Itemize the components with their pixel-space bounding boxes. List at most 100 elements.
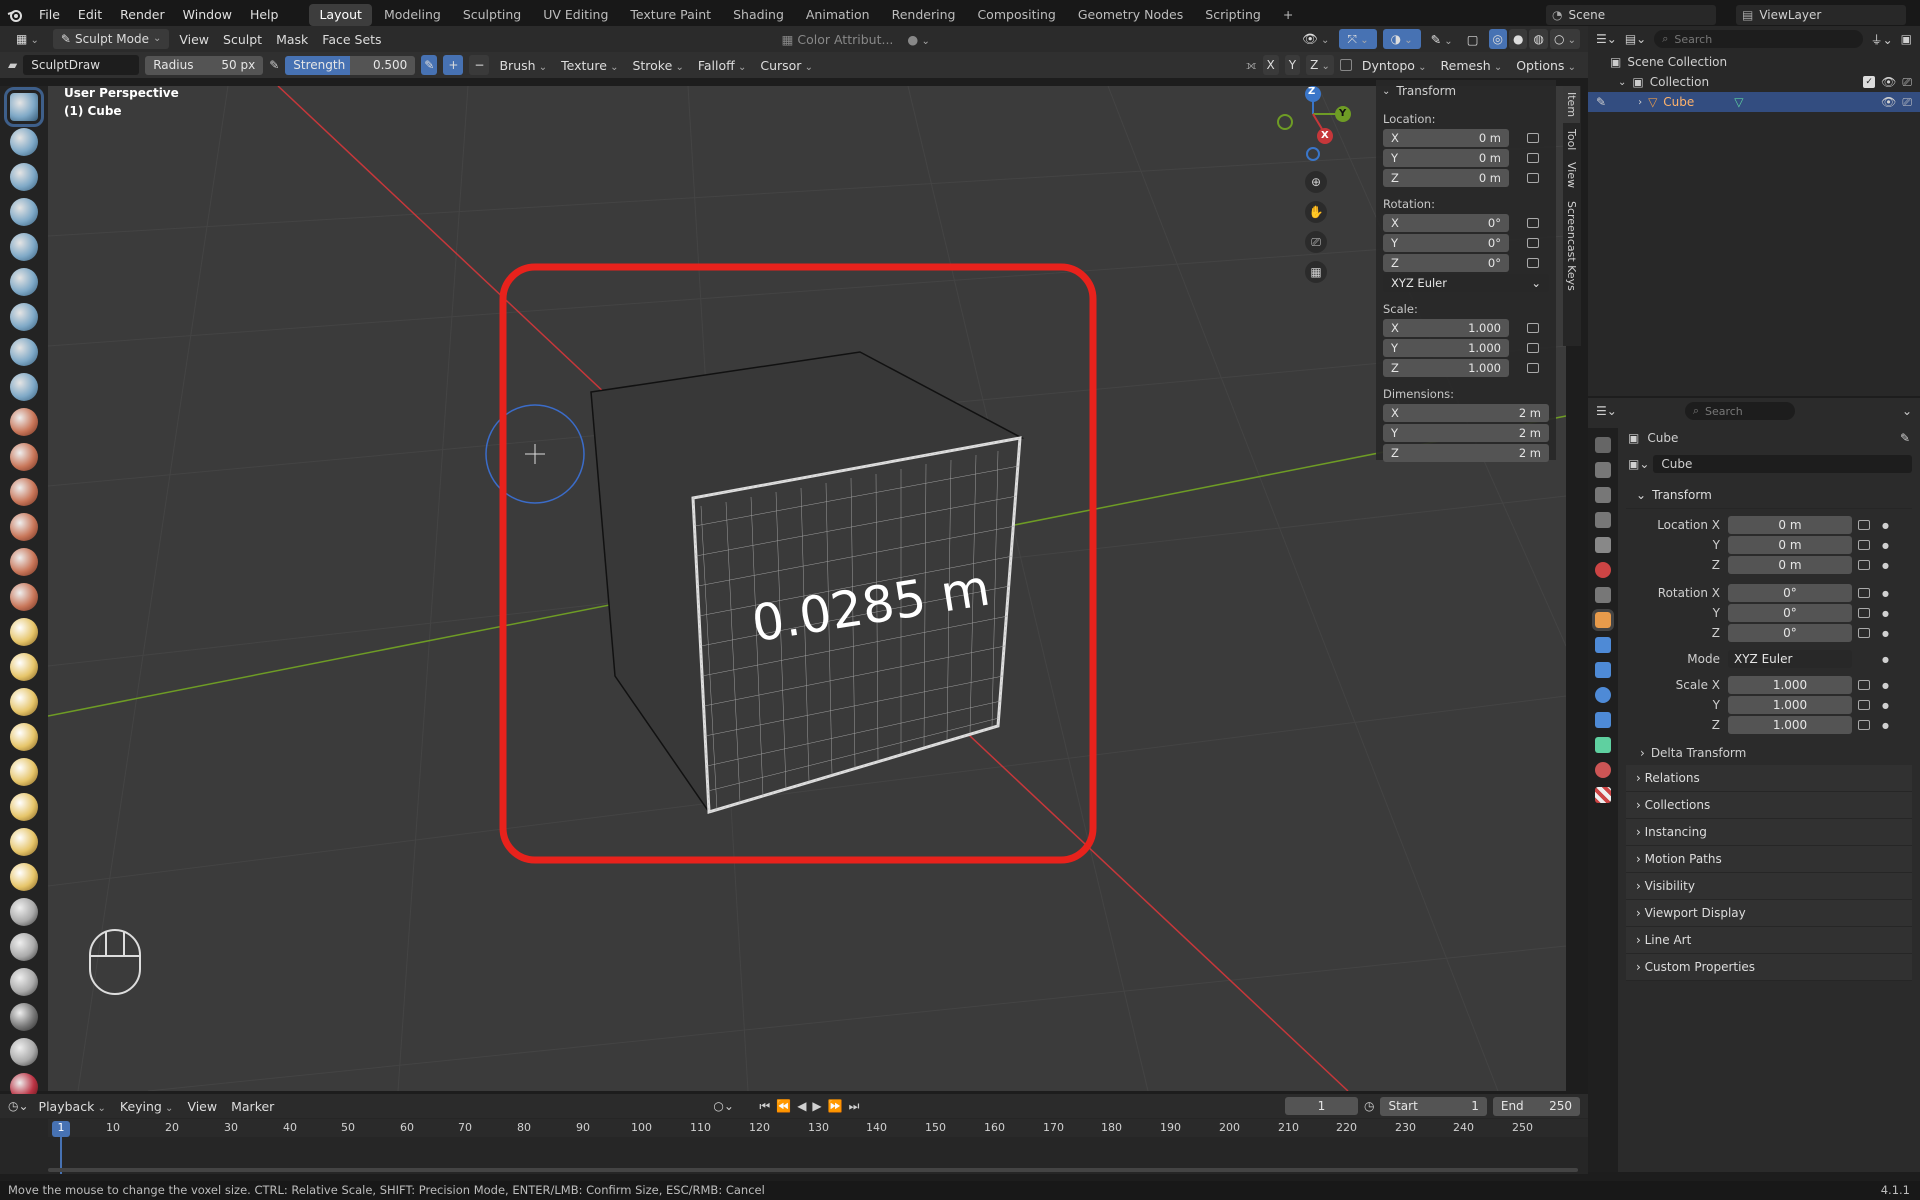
start-frame-field[interactable]: Start 1 — [1380, 1096, 1487, 1116]
current-frame-field[interactable]: 1 — [1284, 1097, 1358, 1115]
filter-icon[interactable]: ⏚⌄ — [1871, 31, 1893, 48]
tab-shading[interactable]: Shading — [723, 4, 794, 26]
lock-icon[interactable] — [1527, 258, 1539, 268]
clay-brush-icon[interactable] — [10, 163, 38, 191]
thumb-brush-icon[interactable] — [10, 723, 38, 751]
keyframe-dot-icon[interactable]: ● — [1882, 521, 1889, 530]
tab-compositing[interactable]: Compositing — [967, 4, 1065, 26]
radius-pressure-icon[interactable]: ✎ — [269, 58, 279, 72]
tab-uv-editing[interactable]: UV Editing — [533, 4, 618, 26]
keyframe-dot-icon[interactable]: ● — [1882, 721, 1889, 730]
view-layer-selector[interactable]: ▤ ViewLayer — [1736, 5, 1906, 25]
lock-icon[interactable] — [1858, 628, 1870, 638]
scene-tab-icon[interactable] — [1595, 537, 1611, 553]
prop-rotation-y-field[interactable]: 0° — [1728, 604, 1852, 622]
eye-icon[interactable]: 👁 — [1881, 95, 1896, 109]
gizmo-toggle-icon[interactable]: ⤧ — [1339, 29, 1377, 49]
play-icon[interactable]: ▶ — [812, 1099, 821, 1113]
lock-icon[interactable] — [1858, 588, 1870, 598]
mask-brush-icon[interactable] — [10, 1003, 38, 1031]
dimensions-x-field[interactable]: X2 m — [1383, 404, 1549, 422]
lock-icon[interactable] — [1527, 323, 1539, 333]
gizmo-label-x[interactable]: X — [1321, 130, 1329, 141]
stroke-menu[interactable]: Stroke — [628, 58, 687, 73]
pan-hand-icon[interactable]: ✋ — [1305, 201, 1327, 223]
marker-menu[interactable]: Marker — [227, 1099, 278, 1114]
prop-location-z-field[interactable]: 0 m — [1728, 556, 1852, 574]
lock-icon[interactable] — [1527, 363, 1539, 373]
sidebar-tab-tool[interactable]: Tool — [1563, 123, 1580, 156]
lock-icon[interactable] — [1858, 608, 1870, 618]
dimensions-y-field[interactable]: Y2 m — [1383, 424, 1549, 442]
shading-dot-selector[interactable]: ● — [903, 32, 933, 47]
delta-transform-header[interactable]: › Delta Transform — [1618, 741, 1920, 765]
auto-keying-icon[interactable]: ○⌄ — [713, 1099, 734, 1113]
keyframe-dot-icon[interactable]: ● — [1882, 701, 1889, 710]
section-line-art[interactable]: › Line Art — [1626, 927, 1912, 954]
keyframe-dot-icon[interactable]: ● — [1882, 609, 1889, 618]
cloth-brush-icon[interactable] — [10, 933, 38, 961]
pinch-brush-icon[interactable] — [10, 583, 38, 611]
direction-add-button[interactable]: + — [443, 55, 464, 75]
tab-rendering[interactable]: Rendering — [882, 4, 966, 26]
prop-rotation-x-field[interactable]: 0° — [1728, 584, 1852, 602]
brush-menu[interactable]: Brush — [495, 58, 551, 73]
section-viewport-display[interactable]: › Viewport Display — [1626, 900, 1912, 927]
symmetry-y-button[interactable]: Y — [1284, 55, 1301, 75]
tab-geometry-nodes[interactable]: Geometry Nodes — [1068, 4, 1193, 26]
prop-scale-z-field[interactable]: 1.000 — [1728, 716, 1852, 734]
tool-tab-icon[interactable] — [1595, 437, 1611, 453]
lock-icon[interactable] — [1527, 133, 1539, 143]
perspective-toggle-icon[interactable]: ▦ — [1305, 261, 1327, 283]
camera-view-icon[interactable]: ⎚ — [1305, 231, 1327, 253]
keyframe-dot-icon[interactable]: ● — [1882, 681, 1889, 690]
collection-tab-icon[interactable] — [1595, 587, 1611, 603]
object-type-icon[interactable]: ▣⌄ — [1628, 457, 1649, 471]
physics-tab-icon[interactable] — [1595, 687, 1611, 703]
overlay-toggle-icon[interactable]: ◑ — [1382, 29, 1421, 49]
blob-brush-icon[interactable] — [10, 338, 38, 366]
section-custom-properties[interactable]: › Custom Properties — [1626, 954, 1912, 981]
options-menu[interactable]: Options — [1512, 58, 1580, 73]
rendered-shading-icon[interactable]: ○ — [1549, 29, 1580, 49]
location-x-field[interactable]: X0 m — [1383, 129, 1509, 147]
pose-brush-icon[interactable] — [10, 758, 38, 786]
direction-subtract-button[interactable]: − — [469, 55, 490, 75]
section-relations[interactable]: › Relations — [1626, 765, 1912, 792]
fill-brush-icon[interactable] — [10, 478, 38, 506]
clay-strips-brush-icon[interactable] — [10, 198, 38, 226]
prop-location-x-field[interactable]: 0 m — [1728, 516, 1852, 534]
crease-brush-icon[interactable] — [10, 373, 38, 401]
scrape-brush-icon[interactable] — [10, 513, 38, 541]
sidebar-tab-screencast-keys[interactable]: Screencast Keys — [1563, 195, 1580, 297]
menu-face-sets[interactable]: Face Sets — [318, 32, 385, 47]
section-collections[interactable]: › Collections — [1626, 792, 1912, 819]
lock-icon[interactable] — [1527, 173, 1539, 183]
cursor-menu[interactable]: Cursor — [756, 58, 817, 73]
keyframe-dot-icon[interactable]: ● — [1882, 561, 1889, 570]
stopwatch-icon[interactable]: ◷ — [1364, 1099, 1374, 1113]
tab-modeling[interactable]: Modeling — [374, 4, 451, 26]
lock-icon[interactable] — [1858, 540, 1870, 550]
grab-brush-icon[interactable] — [10, 618, 38, 646]
lock-icon[interactable] — [1858, 560, 1870, 570]
3d-viewport[interactable]: User Perspective (1) Cube Z Y X ⊕ ✋ ⎚ ▦ … — [48, 86, 1566, 1091]
editor-type-button[interactable]: ▦ — [8, 29, 47, 49]
particles-tab-icon[interactable] — [1595, 662, 1611, 678]
cube-object-label[interactable]: Cube — [1663, 95, 1694, 109]
rotation-x-field[interactable]: X 0° — [1383, 214, 1509, 232]
prop-scale-x-field[interactable]: 1.000 — [1728, 676, 1852, 694]
lock-icon[interactable] — [1858, 720, 1870, 730]
rotation-z-field[interactable]: Z 0° — [1383, 254, 1509, 272]
solid-shading-icon[interactable]: ● — [1508, 29, 1528, 49]
location-z-field[interactable]: Z0 m — [1383, 169, 1509, 187]
wireframe-shading-icon[interactable]: ◎ — [1488, 29, 1507, 49]
chevron-down-icon[interactable]: ⌄ — [1618, 77, 1626, 88]
draw-brush-icon[interactable] — [4, 87, 44, 127]
outliner-editor-icon[interactable]: ☰⌄ — [1596, 32, 1617, 46]
camera-icon[interactable]: ⎚ — [1902, 75, 1912, 90]
location-y-field[interactable]: Y0 m — [1383, 149, 1509, 167]
object-name-field[interactable]: Cube — [1653, 455, 1912, 473]
radius-slider[interactable]: Radius 50 px — [145, 55, 264, 75]
view-layer-tab-icon[interactable] — [1595, 512, 1611, 528]
